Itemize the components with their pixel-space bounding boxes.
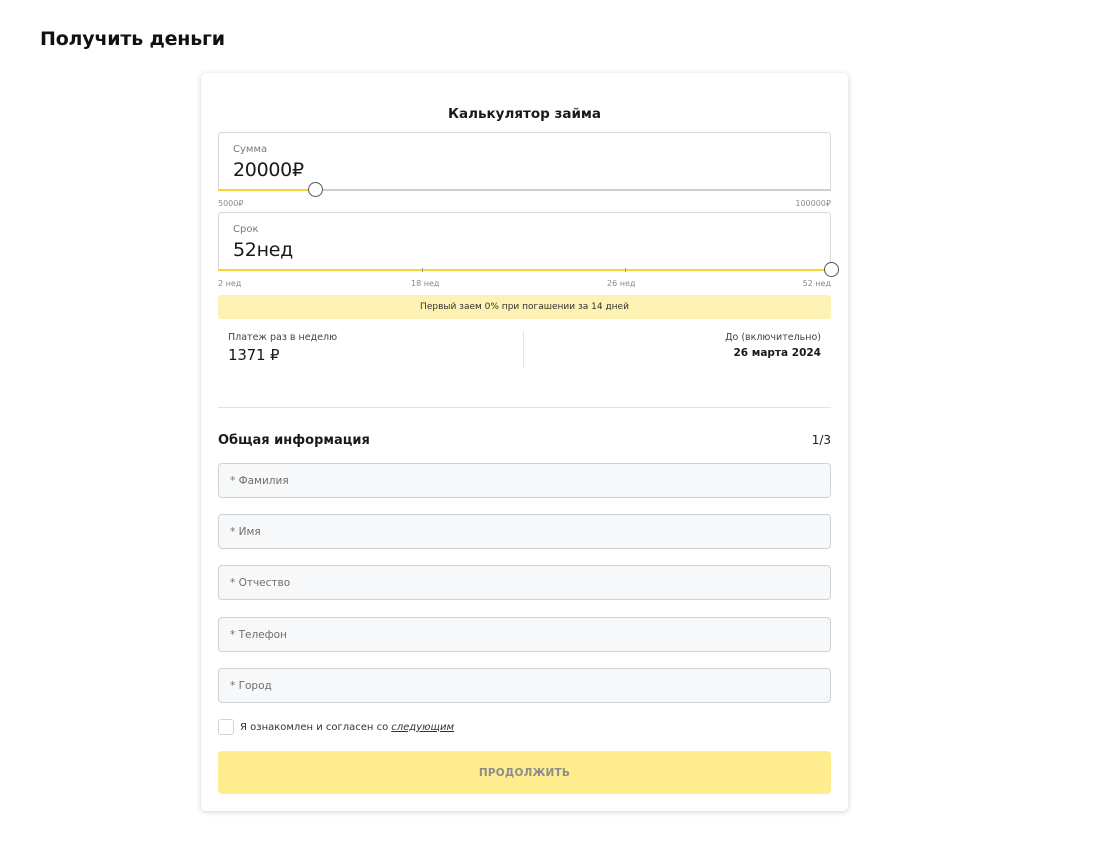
calculator-title: Калькулятор займа	[447, 106, 602, 122]
due-date: До (включительно) 26 марта 2024	[725, 332, 821, 359]
summary-divider	[523, 331, 524, 367]
due-date-label: До (включительно)	[725, 332, 821, 343]
weekly-payment-value: 1371 ₽	[228, 346, 280, 364]
amount-range-labels: 5000₽ 100000₽	[218, 199, 831, 209]
continue-button[interactable]: ПРОДОЛЖИТЬ	[218, 751, 831, 794]
due-date-value: 26 марта 2024	[733, 347, 821, 359]
amount-unit: ₽	[291, 159, 304, 181]
consent-checkbox[interactable]	[218, 719, 234, 735]
amount-min-label: 5000₽	[218, 199, 244, 208]
term-tick-26	[625, 268, 626, 272]
step-indicator: 1/3	[811, 433, 831, 447]
patronymic-input[interactable]	[218, 565, 831, 600]
amount-slider-fill	[218, 189, 315, 191]
term-tick-label: 18 нед	[411, 279, 440, 288]
amount-max-label: 100000₽	[795, 199, 831, 208]
promo-banner: Первый заем 0% при погашении за 14 дней	[218, 295, 831, 319]
last-name-input[interactable]	[218, 463, 831, 498]
city-input[interactable]	[218, 668, 831, 703]
term-label: Срок	[233, 224, 259, 235]
amount-slider-handle[interactable]	[307, 182, 323, 197]
weekly-payment-label: Платеж раз в неделю	[228, 332, 338, 343]
phone-input[interactable]	[218, 617, 831, 652]
term-slider-fill	[218, 269, 831, 271]
term-tick-18	[422, 268, 423, 272]
consent-text: Я ознакомлен и согласен со	[240, 721, 389, 733]
term-value: 52	[233, 239, 257, 261]
consent-link[interactable]: следующим	[391, 722, 454, 733]
section-title: Общая информация	[218, 433, 370, 448]
amount-label: Сумма	[233, 144, 268, 155]
term-slider[interactable]	[218, 262, 839, 277]
first-name-input[interactable]	[218, 514, 831, 549]
term-tick-label: 26 нед	[607, 279, 636, 288]
weekly-payment: Платеж раз в неделю 1371 ₽	[228, 332, 337, 364]
page-title: Получить деньги	[40, 28, 225, 50]
amount-slider[interactable]	[218, 182, 831, 197]
consent-row: Я ознакомлен и согласен со следующим	[218, 719, 454, 735]
loan-card: Калькулятор займа Сумма 20000₽ 5000₽ 100…	[201, 73, 848, 811]
term-field[interactable]: Срок 52нед	[218, 212, 831, 270]
section-divider	[218, 407, 831, 408]
term-value-display[interactable]: 52нед	[233, 239, 293, 261]
term-slider-handle[interactable]	[824, 262, 839, 277]
amount-field[interactable]: Сумма 20000₽	[218, 132, 831, 190]
term-range-labels: 2 нед 18 нед 26 нед 52 нед	[218, 279, 831, 289]
term-tick-label: 2 нед	[218, 279, 242, 288]
term-tick-label: 52 нед	[802, 279, 831, 288]
amount-value: 20000	[233, 159, 292, 181]
term-unit: нед	[256, 239, 294, 261]
amount-value-display[interactable]: 20000₽	[233, 159, 304, 181]
